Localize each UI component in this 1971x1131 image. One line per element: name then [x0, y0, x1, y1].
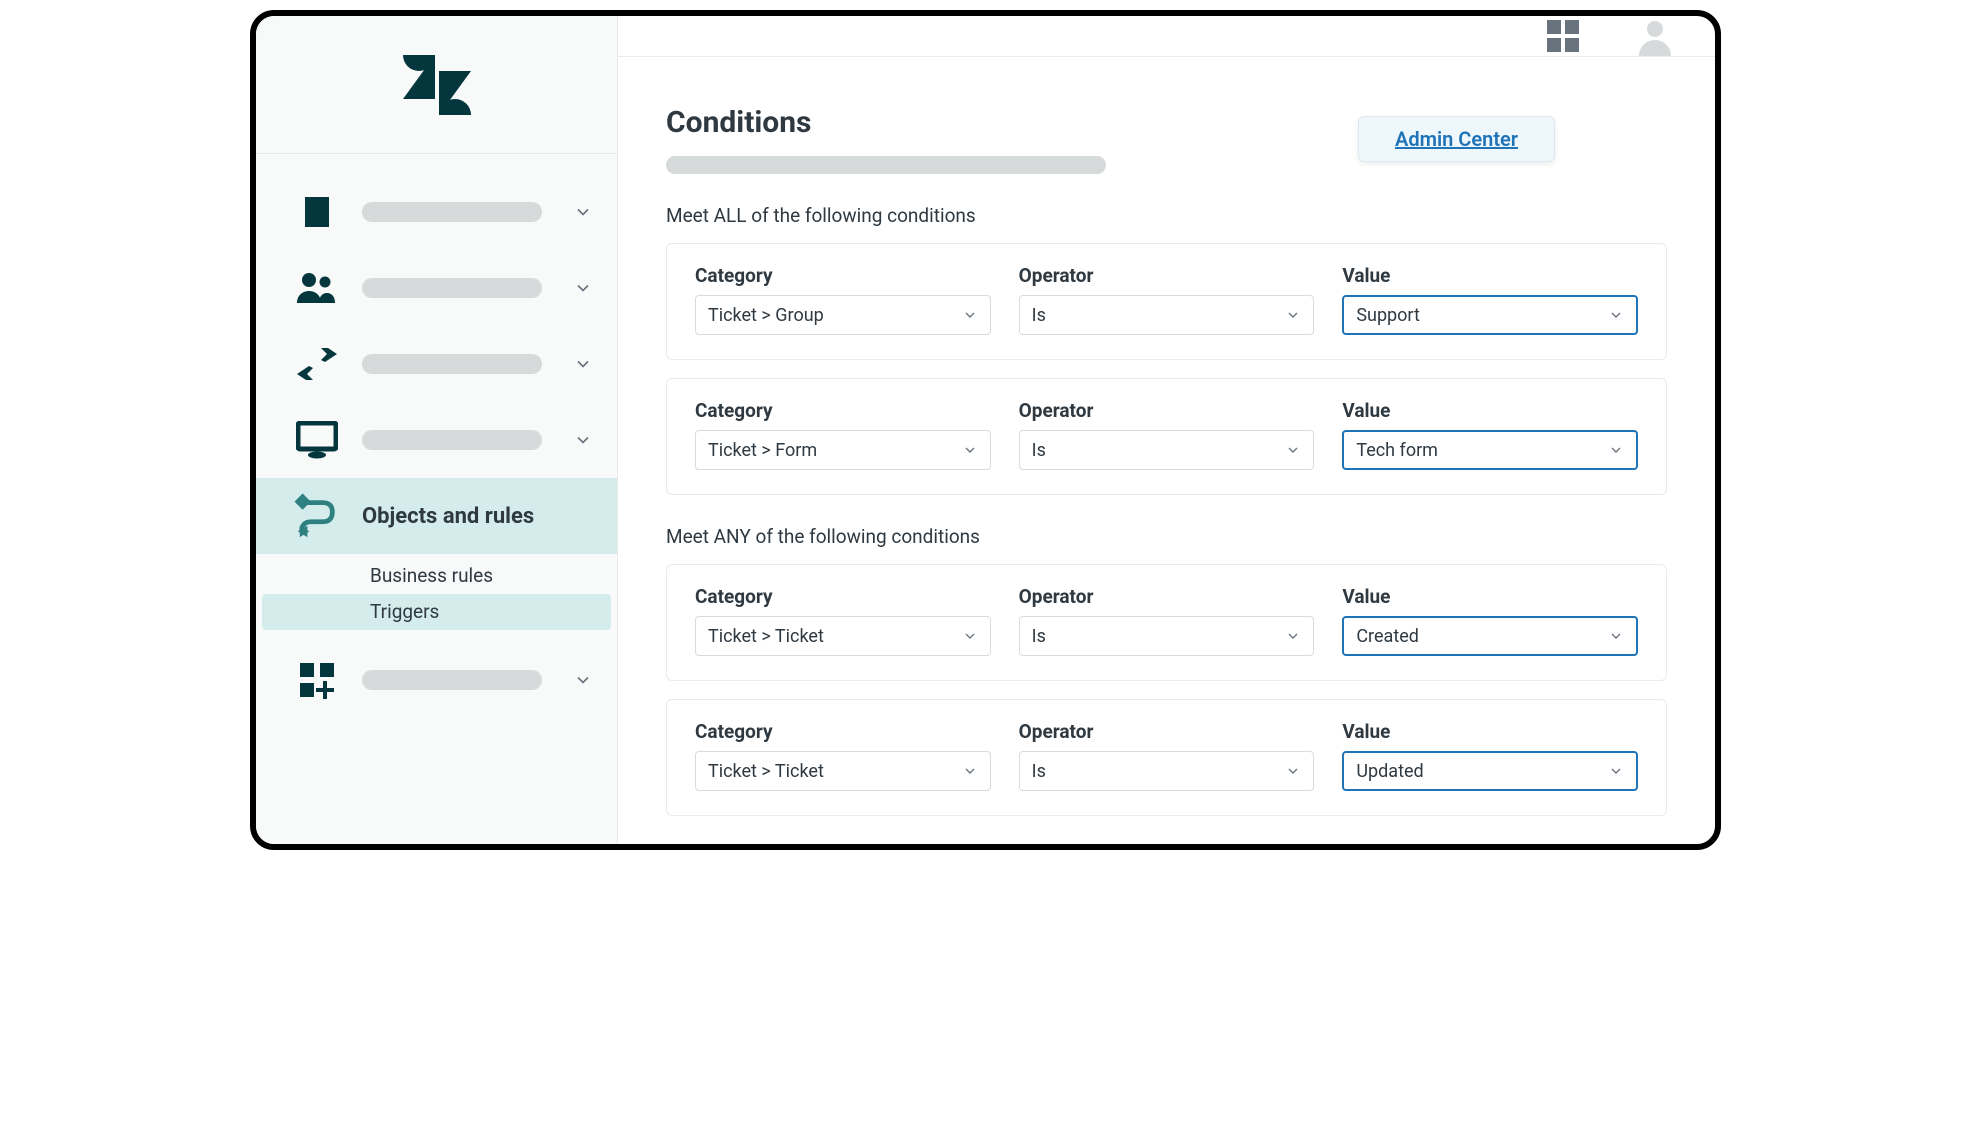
zendesk-logo-icon: [401, 55, 473, 115]
building-icon: [292, 194, 342, 230]
column-label-operator: Operator: [1019, 585, 1315, 608]
chevron-down-icon: [962, 307, 978, 323]
content: Conditions Meet ALL of the following con…: [618, 57, 1715, 846]
category-select[interactable]: Ticket > Group: [695, 295, 991, 335]
workflow-icon: [292, 493, 342, 539]
value-select[interactable]: Created: [1342, 616, 1638, 656]
chevron-down-icon: [962, 763, 978, 779]
chevron-down-icon: [1285, 628, 1301, 644]
topbar: [618, 16, 1715, 57]
admin-center-link[interactable]: Admin Center: [1395, 127, 1518, 151]
description-placeholder: [666, 156, 1106, 174]
logo: [256, 16, 617, 154]
operator-select[interactable]: Is: [1019, 430, 1315, 470]
sidebar: Objects and rules Business rules Trigger…: [256, 16, 618, 844]
products-grid-icon[interactable]: [1543, 16, 1583, 56]
all-conditions-group: Category Ticket > Group Operator Is: [666, 243, 1667, 495]
chevron-down-icon: [573, 670, 593, 690]
chevron-down-icon: [573, 354, 593, 374]
sidebar-subitem-business-rules[interactable]: Business rules: [262, 558, 611, 594]
category-select[interactable]: Ticket > Ticket: [695, 616, 991, 656]
value-select[interactable]: Updated: [1342, 751, 1638, 791]
section-heading-any: Meet ANY of the following conditions: [666, 525, 1667, 548]
apps-add-icon: [292, 661, 342, 699]
condition-card: Category Ticket > Ticket Operator Is: [666, 564, 1667, 681]
column-label-category: Category: [695, 720, 991, 743]
chevron-down-icon: [573, 278, 593, 298]
section-heading-all: Meet ALL of the following conditions: [666, 204, 1667, 227]
chevron-down-icon: [573, 430, 593, 450]
column-label-operator: Operator: [1019, 264, 1315, 287]
category-select[interactable]: Ticket > Form: [695, 430, 991, 470]
any-conditions-group: Category Ticket > Ticket Operator Is: [666, 564, 1667, 816]
value-select[interactable]: Support: [1342, 295, 1638, 335]
column-label-value: Value: [1342, 264, 1638, 287]
column-label-category: Category: [695, 264, 991, 287]
sidebar-subitem-triggers[interactable]: Triggers: [262, 594, 611, 630]
column-label-category: Category: [695, 585, 991, 608]
main-area: Admin Center Conditions Meet ALL of the …: [618, 16, 1715, 844]
sidebar-item-channels[interactable]: [256, 326, 617, 402]
condition-card: Category Ticket > Form Operator Is: [666, 378, 1667, 495]
sidebar-item-objects-and-rules[interactable]: Objects and rules: [256, 478, 617, 554]
monitor-icon: [292, 421, 342, 459]
sidebar-sub-items: Business rules Triggers: [256, 554, 617, 642]
app-window: Objects and rules Business rules Trigger…: [250, 10, 1721, 850]
chevron-down-icon: [1608, 307, 1624, 323]
admin-center-tooltip: Admin Center: [1358, 116, 1555, 162]
sidebar-item-company[interactable]: [256, 174, 617, 250]
column-label-operator: Operator: [1019, 720, 1315, 743]
operator-select[interactable]: Is: [1019, 616, 1315, 656]
column-label-value: Value: [1342, 399, 1638, 422]
chevron-down-icon: [962, 628, 978, 644]
column-label-value: Value: [1342, 720, 1638, 743]
condition-card: Category Ticket > Group Operator Is: [666, 243, 1667, 360]
sidebar-item-apps[interactable]: [256, 642, 617, 718]
sidebar-item-workspaces[interactable]: [256, 402, 617, 478]
chevron-down-icon: [1608, 628, 1624, 644]
column-label-operator: Operator: [1019, 399, 1315, 422]
people-icon: [292, 271, 342, 305]
sidebar-item-label: Objects and rules: [362, 504, 593, 529]
column-label-value: Value: [1342, 585, 1638, 608]
chevron-down-icon: [1285, 763, 1301, 779]
condition-card: Category Ticket > Ticket Operator Is: [666, 699, 1667, 816]
sidebar-item-people[interactable]: [256, 250, 617, 326]
chevron-down-icon: [1608, 763, 1624, 779]
chevron-down-icon: [1285, 442, 1301, 458]
chevron-down-icon: [962, 442, 978, 458]
chevron-down-icon: [1608, 442, 1624, 458]
operator-select[interactable]: Is: [1019, 295, 1315, 335]
column-label-category: Category: [695, 399, 991, 422]
chevron-down-icon: [573, 202, 593, 222]
arrows-horizontal-icon: [292, 348, 342, 380]
sidebar-nav: Objects and rules Business rules Trigger…: [256, 154, 617, 718]
chevron-down-icon: [1285, 307, 1301, 323]
operator-select[interactable]: Is: [1019, 751, 1315, 791]
value-select[interactable]: Tech form: [1342, 430, 1638, 470]
user-avatar-icon[interactable]: [1635, 16, 1675, 56]
category-select[interactable]: Ticket > Ticket: [695, 751, 991, 791]
